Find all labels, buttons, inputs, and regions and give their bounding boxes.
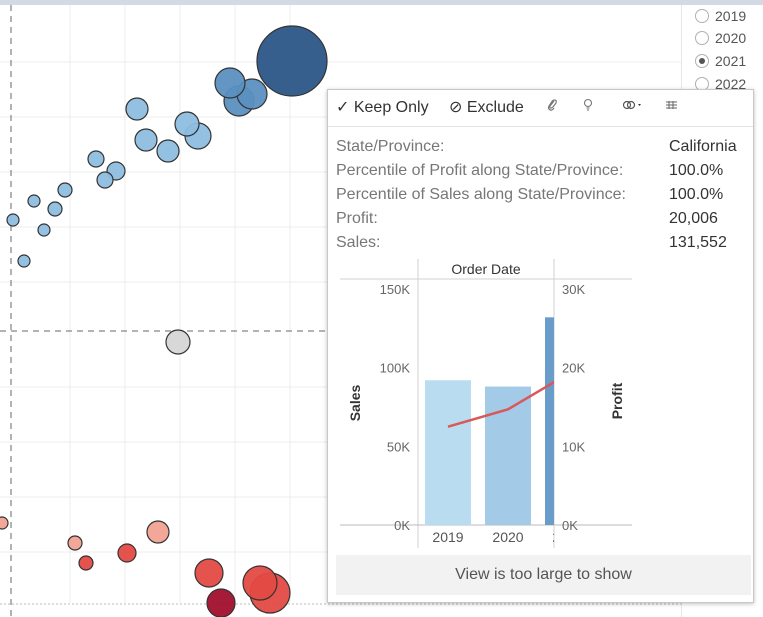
keep-only-button[interactable]: ✓ Keep Only <box>336 98 429 118</box>
bubble-mark[interactable] <box>156 139 180 163</box>
radio-2019[interactable] <box>695 9 709 23</box>
bubble-mark[interactable] <box>57 182 73 198</box>
field-percentile-profit: Percentile of Profit along State/Provinc… <box>336 160 748 182</box>
bubble-mark[interactable] <box>17 254 31 268</box>
bubble-mark[interactable] <box>134 128 158 152</box>
bubble-mark[interactable] <box>96 171 114 189</box>
year-label: 2019 <box>715 8 747 24</box>
bubble-mark[interactable] <box>78 555 94 571</box>
chart-marks: 0K50K100K150K0K10K20K30K2019 2020 2021 <box>380 282 591 545</box>
profit-tick-label: 20K <box>562 361 585 376</box>
field-label: Profit: <box>336 210 378 227</box>
sales-tick-label: 50K <box>387 439 410 454</box>
tooltip-toolbar: ✓ Keep Only ⊘ Exclude <box>328 90 753 127</box>
tooltip: ✓ Keep Only ⊘ Exclude State/Province: Ca… <box>327 89 754 603</box>
bubble-mark[interactable] <box>214 67 246 99</box>
plot-area <box>425 317 591 525</box>
sales-axis-title: Sales <box>347 384 363 421</box>
bubble-mark[interactable] <box>125 97 149 121</box>
year-label: 2020 <box>715 30 747 46</box>
field-value: 131,552 <box>669 234 727 251</box>
field-label: Percentile of Profit along State/Provinc… <box>336 162 624 179</box>
exclude-button[interactable]: ⊘ Exclude <box>449 98 524 118</box>
bubble-mark[interactable] <box>146 520 170 544</box>
group-members-icon[interactable] <box>622 98 644 118</box>
field-profit: Profit: 20,006 <box>336 208 748 230</box>
bubble-mark[interactable] <box>206 588 236 617</box>
field-state: State/Province: California <box>336 136 748 158</box>
field-value: 100.0% <box>669 186 724 203</box>
profit-axis-title: Profit <box>609 382 625 419</box>
bubble-mark[interactable] <box>0 516 9 530</box>
radio-2020[interactable] <box>695 31 709 45</box>
bubble-mark[interactable] <box>47 201 63 217</box>
bubble-mark[interactable] <box>67 535 83 551</box>
sales-tick-label: 150K <box>380 282 411 297</box>
field-value: 100.0% <box>669 162 724 179</box>
category-label: 2020 <box>492 529 523 545</box>
sales-tick-label: 0K <box>394 518 410 533</box>
profit-tick-label: 10K <box>562 439 585 454</box>
year-label: 2021 <box>715 53 747 69</box>
bubble-mark[interactable] <box>174 111 200 137</box>
category-label: 2019 <box>432 529 463 545</box>
sales-bar[interactable] <box>425 380 471 525</box>
bubble-mark[interactable] <box>27 194 41 208</box>
year-option-2021[interactable]: 2021 <box>695 50 746 72</box>
bubble-mark[interactable] <box>165 329 191 355</box>
field-label: State/Province: <box>336 138 445 155</box>
field-label: Sales: <box>336 234 381 251</box>
bubble-mark[interactable] <box>256 25 328 97</box>
profit-tick-label: 0K <box>562 518 578 533</box>
profit-tick-label: 30K <box>562 282 585 297</box>
year-option-2020[interactable]: 2020 <box>695 27 746 49</box>
bubble-mark[interactable] <box>117 543 137 563</box>
viz-in-tooltip-chart: Order Date Sales Profit 0K 50K 100K 150K 0K 1… <box>340 259 632 548</box>
field-percentile-sales: Percentile of Sales along State/Province… <box>336 184 748 206</box>
bubble-mark[interactable] <box>37 223 51 237</box>
bubble-mark[interactable] <box>242 565 278 601</box>
too-large-message: View is too large to show <box>336 555 751 595</box>
sales-tick-label: 100K <box>380 361 411 376</box>
radio-2021[interactable] <box>695 54 709 68</box>
field-value: California <box>669 138 737 155</box>
paperclip-icon[interactable] <box>546 98 558 118</box>
bubble-mark[interactable] <box>87 150 105 168</box>
field-sales: Sales: 131,552 <box>336 232 748 254</box>
field-value: 20,006 <box>669 210 718 227</box>
chart-header: Order Date <box>451 261 520 277</box>
lightbulb-icon[interactable] <box>583 98 593 118</box>
sales-bar[interactable] <box>485 386 531 525</box>
bubble-marks <box>0 25 328 617</box>
sales-bar[interactable] <box>545 317 591 525</box>
view-data-icon[interactable] <box>665 98 678 118</box>
field-label: Percentile of Sales along State/Province… <box>336 186 626 203</box>
bubble-mark[interactable] <box>194 558 224 588</box>
year-option-2019[interactable]: 2019 <box>695 5 746 27</box>
bubble-mark[interactable] <box>6 213 20 227</box>
